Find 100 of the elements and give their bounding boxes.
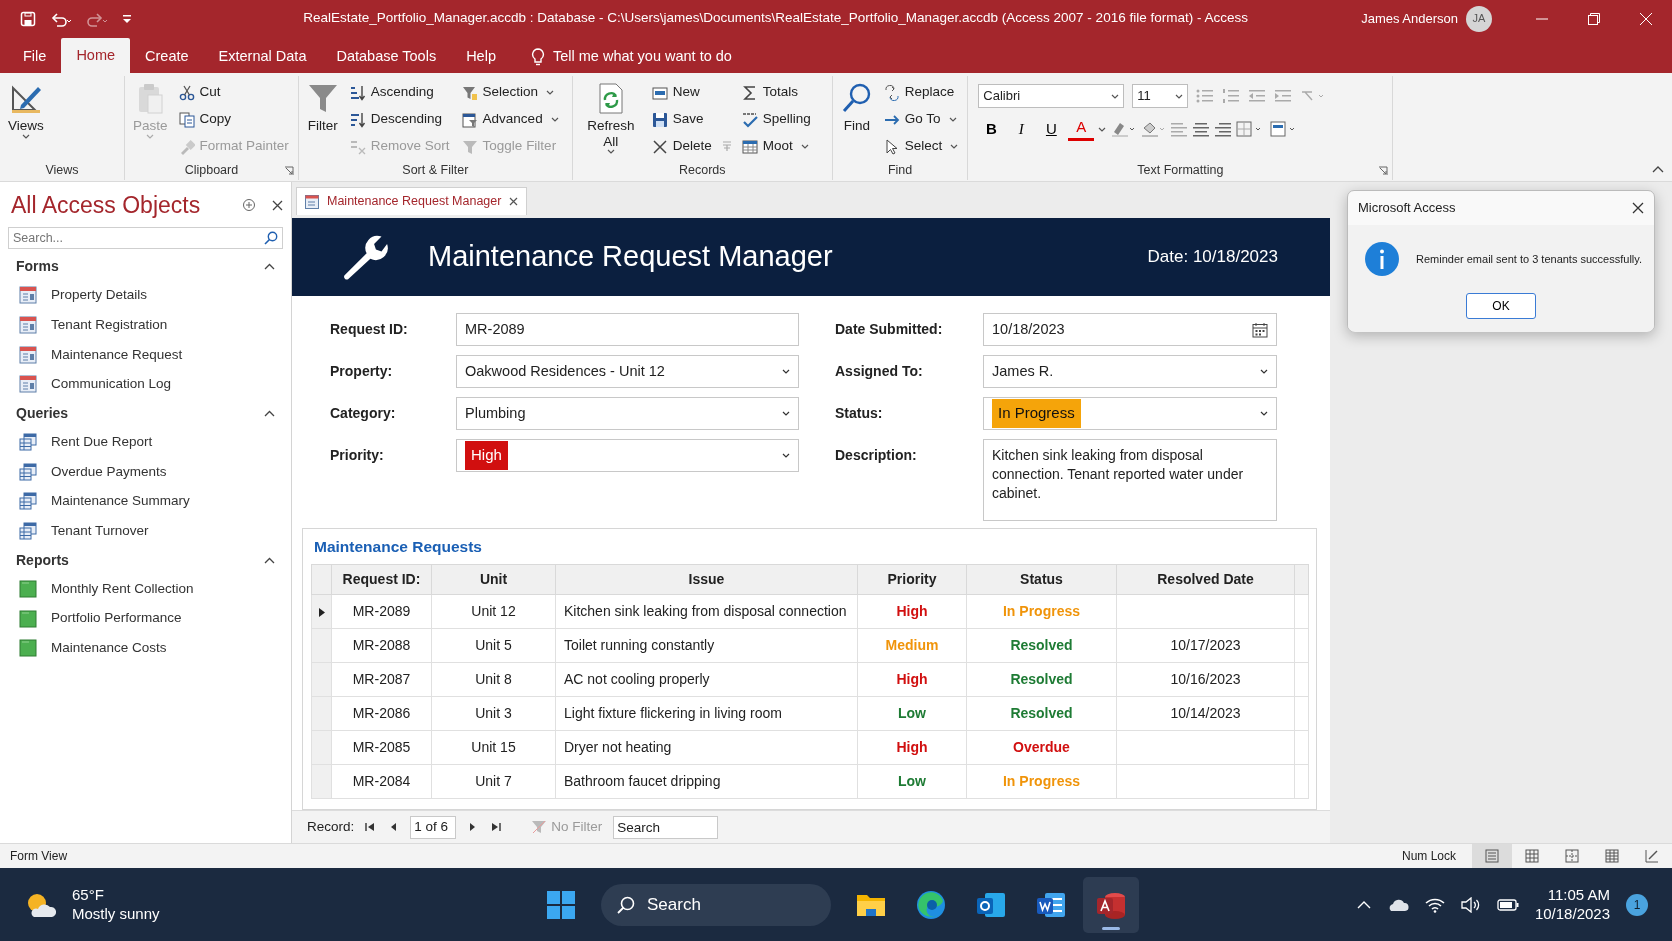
- sigma-icon: [741, 84, 758, 101]
- battery-icon: [1496, 897, 1519, 912]
- view-button[interactable]: [1472, 843, 1512, 869]
- dropdown-field[interactable]: In Progress: [983, 397, 1277, 430]
- delete-button[interactable]: Delete: [648, 134, 715, 159]
- selection-button[interactable]: Selection: [458, 80, 562, 105]
- dropdown-field[interactable]: Plumbing: [456, 397, 799, 430]
- section-header[interactable]: Forms: [0, 252, 291, 281]
- copy-icon: [178, 111, 195, 128]
- search-field[interactable]: Search: [613, 815, 719, 839]
- row-selector[interactable]: [311, 594, 332, 629]
- table-cell: Bathroom faucet dripping: [555, 764, 858, 799]
- ribbon-tab[interactable]: Database Tools: [321, 41, 452, 73]
- ribbon-tab[interactable]: Home: [61, 38, 131, 73]
- pin-icon: [242, 198, 256, 213]
- table-cell: MR-2084: [331, 764, 432, 799]
- font-size-field[interactable]: 11: [1132, 84, 1189, 108]
- dropdown-field[interactable]: Oakwood Residences - Unit 12: [456, 355, 799, 388]
- column-header: [311, 564, 332, 595]
- underline-button[interactable]: U: [1038, 116, 1065, 142]
- nav-item[interactable]: Maintenance Request: [0, 339, 291, 370]
- views-button[interactable]: Views: [6, 80, 46, 160]
- column-header[interactable]: Request ID:: [331, 564, 432, 595]
- search-field[interactable]: Search...: [8, 226, 283, 249]
- column-header[interactable]: Priority: [857, 564, 967, 595]
- sort-ascending-button[interactable]: Ascending: [346, 80, 453, 105]
- nav-item[interactable]: Tenant Turnover: [0, 516, 291, 546]
- nav-item[interactable]: Maintenance Costs: [0, 633, 291, 664]
- nav-item[interactable]: Tenant Registration: [0, 310, 291, 340]
- align-left-icon: [1170, 121, 1189, 137]
- description-field[interactable]: Kitchen sink leaking from disposal connection. Tenant reported water under cabinet.: [983, 439, 1277, 521]
- go-to-button[interactable]: Go To: [880, 107, 962, 132]
- dropdown-field[interactable]: James R.: [983, 355, 1277, 388]
- user-avatar[interactable]: JA: [1466, 5, 1492, 32]
- cut-button[interactable]: Cut: [175, 80, 292, 105]
- form-icon: [19, 375, 37, 394]
- collapse-ribbon-icon: [1652, 165, 1664, 173]
- caret-icon: [782, 453, 790, 458]
- ribbon-tab[interactable]: External Data: [203, 41, 322, 73]
- redo-icon: [86, 10, 108, 27]
- table-cell: Resolved: [966, 628, 1117, 663]
- font-name-field[interactable]: Calibri: [978, 84, 1125, 108]
- table-cell: High: [857, 730, 967, 765]
- column-header[interactable]: Status: [966, 564, 1117, 595]
- more-button[interactable]: Moot: [738, 134, 814, 159]
- bold-button[interactable]: B: [978, 116, 1005, 142]
- ribbon-tab[interactable]: Create: [130, 41, 204, 73]
- nav-item[interactable]: Rent Due Report: [0, 427, 291, 457]
- document-tab[interactable]: Maintenance Request Manager: [296, 187, 528, 215]
- section-header[interactable]: Queries: [0, 399, 291, 428]
- font-color-button[interactable]: A: [1068, 117, 1095, 141]
- filter-button[interactable]: Filter: [304, 80, 341, 160]
- nav-item[interactable]: Maintenance Summary: [0, 486, 291, 517]
- new-record-button[interactable]: New: [648, 80, 715, 105]
- caret-icon: [1175, 93, 1184, 99]
- table-cell: Unit 5: [431, 628, 556, 663]
- funnel-icon: [306, 82, 339, 114]
- spelling-button[interactable]: Spelling: [738, 107, 814, 132]
- nav-item[interactable]: Communication Log: [0, 369, 291, 400]
- table-cell: Resolved: [966, 662, 1117, 697]
- text-field[interactable]: MR-2089: [456, 313, 799, 346]
- nav-item[interactable]: Property Details: [0, 280, 291, 311]
- nav-item[interactable]: Portfolio Performance: [0, 603, 291, 634]
- sort-descending-button[interactable]: Descending: [346, 107, 453, 132]
- save-button[interactable]: Save: [648, 107, 715, 132]
- record-marker-icon: [720, 140, 733, 152]
- totals-button[interactable]: Totals: [738, 80, 814, 105]
- record-position-field[interactable]: 1 of 6: [410, 815, 457, 839]
- nav-item[interactable]: Monthly Rent Collection: [0, 574, 291, 604]
- italic-button[interactable]: I: [1008, 116, 1035, 142]
- refresh-all-button[interactable]: Refresh All: [578, 80, 643, 160]
- table-cell: Toilet running constantly: [555, 628, 858, 663]
- find-button[interactable]: Find: [838, 80, 875, 160]
- spell-check-icon: [741, 111, 758, 128]
- form-date: Date: 10/18/2023: [1147, 246, 1278, 269]
- notification-badge[interactable]: 1: [1626, 893, 1648, 916]
- ok-button[interactable]: OK: [1466, 293, 1536, 319]
- ribbon-tab[interactable]: File: [8, 41, 62, 73]
- advanced-button[interactable]: Advanced: [458, 107, 562, 132]
- taskbar-app[interactable]: [1083, 876, 1139, 933]
- date-field[interactable]: 10/18/2023: [983, 313, 1277, 346]
- table-cell: Unit 7: [431, 764, 556, 799]
- select-button[interactable]: Select: [880, 134, 962, 159]
- tell-me-field[interactable]: Tell me what you want to do: [530, 41, 732, 73]
- pointer-icon: [883, 138, 900, 155]
- table-cell: Unit 12: [431, 594, 556, 629]
- ribbon-tab[interactable]: Help: [451, 41, 511, 73]
- collapse-icon: [264, 263, 275, 270]
- taskbar-search[interactable]: Search: [601, 883, 831, 926]
- column-header[interactable]: Issue: [555, 564, 858, 595]
- nav-item[interactable]: Overdue Payments: [0, 456, 291, 487]
- table-cell: Overdue: [966, 730, 1117, 765]
- section-header[interactable]: Reports: [0, 546, 291, 574]
- replace-button[interactable]: Replace: [880, 80, 962, 105]
- column-header[interactable]: Unit: [431, 564, 556, 595]
- dropdown-field[interactable]: High: [456, 439, 799, 472]
- table-cell: 10/14/2023: [1116, 696, 1295, 731]
- copy-button[interactable]: Copy: [175, 107, 292, 132]
- column-header[interactable]: Resolved Date: [1116, 564, 1295, 595]
- table-cell: MR-2087: [331, 662, 432, 697]
